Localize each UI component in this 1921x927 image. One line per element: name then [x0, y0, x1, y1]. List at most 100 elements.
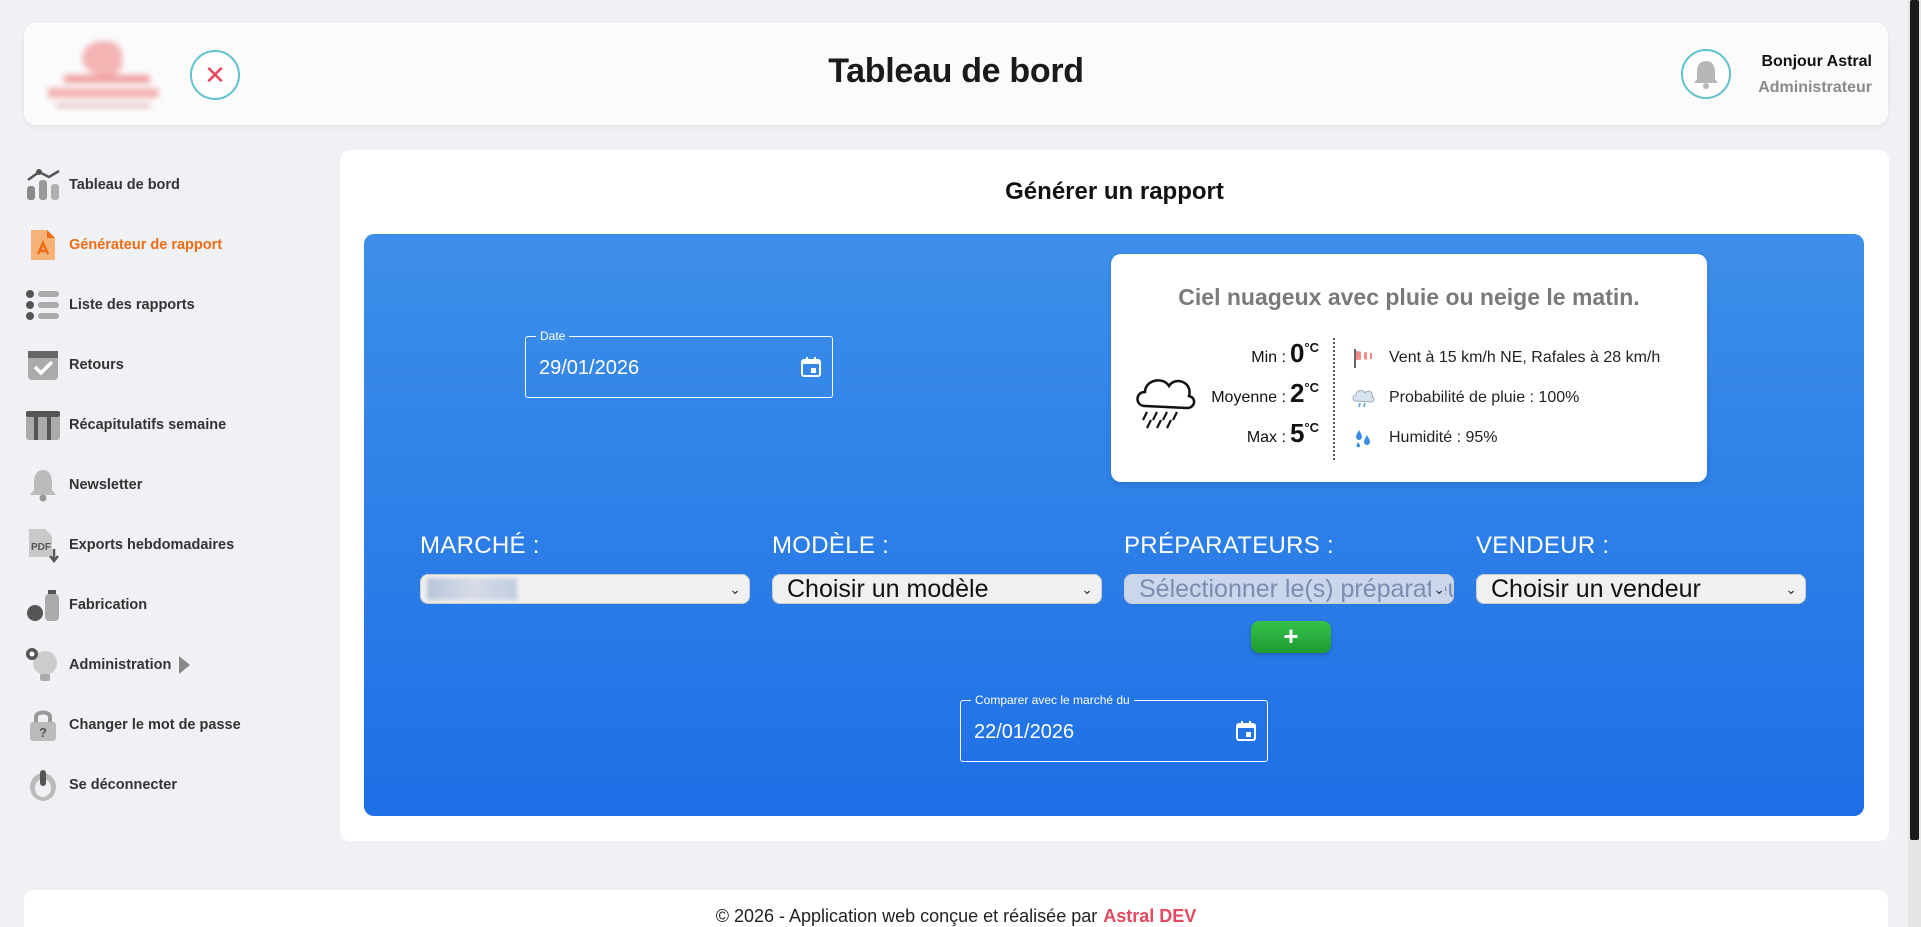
sidebar-item-change-password[interactable]: ? Changer le mot de passe: [24, 695, 324, 755]
sidebar-item-label: Liste des rapports: [69, 297, 195, 313]
temp-avg: Moyenne : 2 °C: [1191, 378, 1319, 418]
sidebar-item-returns[interactable]: Retours: [24, 335, 324, 395]
sidebar-item-label: Tableau de bord: [69, 177, 180, 193]
wind-text: Vent à 15 km/h NE, Rafales à 28 km/h: [1389, 349, 1661, 366]
report-generator-card: Générer un rapport Date 29/01/2026 Ciel …: [340, 150, 1889, 841]
weather-summary: Ciel nuageux avec pluie ou neige le mati…: [1178, 284, 1640, 310]
sidebar-item-label: Récapitulatifs semaine: [69, 417, 227, 433]
checkbox-icon: [24, 346, 62, 384]
user-role: Administrateur: [1758, 79, 1872, 96]
list-icon: [24, 286, 62, 324]
weather-details: Vent à 15 km/h NE, Rafales à 28 km/h Pro…: [1351, 338, 1660, 458]
copyright-text: © 2026 - Application web conçue et réali…: [715, 906, 1098, 926]
compare-date-field[interactable]: Comparer avec le marché du 22/01/2026: [960, 693, 1268, 762]
temp-avg-label: Moyenne :: [1211, 389, 1286, 406]
calendar-icon[interactable]: [1235, 720, 1257, 742]
preparateurs-label: PRÉPARATEURS :: [1124, 532, 1335, 559]
sidebar-item-weekly-summaries[interactable]: Récapitulatifs semaine: [24, 395, 324, 455]
humidity-row: Humidité : 95%: [1351, 418, 1660, 458]
temp-min-label: Min :: [1251, 349, 1286, 366]
chevron-down-icon: ⌄: [1081, 581, 1093, 597]
sidebar-item-weekly-exports[interactable]: PDF Exports hebdomadaires: [24, 515, 324, 575]
pdf-file-icon: [24, 226, 62, 264]
sidebar-item-label: Changer le mot de passe: [69, 717, 241, 733]
sidebar-nav: Tableau de bord Générateur de rapport Li…: [24, 155, 324, 815]
sidebar-item-newsletter[interactable]: Newsletter: [24, 455, 324, 515]
pdf-download-icon: PDF: [24, 526, 62, 564]
sidebar-item-administration[interactable]: Administration: [24, 635, 324, 695]
calendar-icon[interactable]: [800, 356, 822, 378]
top-header: ✕ Tableau de bord Bonjour Astral Adminis…: [24, 23, 1888, 125]
preparateurs-placeholder: Sélectionner le(s) préparateur(s): [1139, 575, 1453, 603]
rain-row: Probabilité de pluie : 100%: [1351, 378, 1660, 418]
temp-avg-value: 2: [1289, 378, 1305, 408]
bell-icon: [1694, 61, 1718, 89]
rain-cloud-icon: [1351, 386, 1375, 410]
date-field[interactable]: Date 29/01/2026: [525, 329, 833, 398]
user-greeting: Bonjour Astral: [1761, 53, 1872, 70]
temp-min-value: 0: [1289, 338, 1305, 368]
sidebar-item-label: Fabrication: [69, 597, 148, 613]
chevron-down-icon: ⌄: [729, 581, 741, 597]
page-scrollbar[interactable]: [1908, 0, 1921, 927]
sidebar-item-report-generator[interactable]: Générateur de rapport: [24, 215, 324, 275]
vendeur-select[interactable]: Choisir un vendeur ⌄: [1476, 574, 1806, 604]
temp-min: Min : 0 °C: [1191, 338, 1319, 378]
marche-select[interactable]: ⌄: [420, 574, 750, 604]
windsock-icon: [1351, 346, 1375, 370]
lightbulb-gear-icon: [24, 646, 62, 684]
power-icon: [24, 766, 62, 804]
modele-label: MODÈLE :: [772, 532, 890, 559]
weather-divider: [1333, 338, 1335, 460]
brand-link[interactable]: Astral DEV: [1103, 906, 1196, 926]
user-info[interactable]: Bonjour Astral Administrateur: [1758, 53, 1872, 97]
wind-row: Vent à 15 km/h NE, Rafales à 28 km/h: [1351, 338, 1660, 378]
sidebar-item-label: Exports hebdomadaires: [69, 537, 235, 553]
dashboard-icon: [24, 166, 62, 204]
preparateurs-multiselect[interactable]: Sélectionner le(s) préparateur(s) ⌄: [1124, 574, 1454, 604]
temp-max-value: 5: [1289, 418, 1305, 448]
bell-icon: [24, 466, 62, 504]
sidebar-item-label: Administration: [69, 657, 172, 673]
sidebar-item-report-list[interactable]: Liste des rapports: [24, 275, 324, 335]
chevron-down-icon: ⌄: [1785, 581, 1797, 597]
svg-text:PDF: PDF: [31, 542, 51, 553]
modele-select[interactable]: Choisir un modèle ⌄: [772, 574, 1102, 604]
flask-icon: [24, 586, 62, 624]
footer-text: © 2026 - Application web conçue et réali…: [24, 906, 1888, 927]
marche-selected-value-redacted: [427, 578, 517, 600]
sidebar-item-label: Retours: [69, 357, 124, 373]
sidebar-item-logout[interactable]: Se déconnecter: [24, 755, 324, 815]
water-drops-icon: [1351, 426, 1375, 450]
add-preparateur-button[interactable]: +: [1251, 621, 1331, 653]
humidity-text: Humidité : 95%: [1389, 429, 1498, 446]
sidebar-item-dashboard[interactable]: Tableau de bord: [24, 155, 324, 215]
notifications-button[interactable]: [1681, 49, 1731, 99]
lock-icon: ?: [24, 706, 62, 744]
temp-max-label: Max :: [1246, 429, 1286, 446]
modele-selected-value: Choisir un modèle: [787, 575, 989, 603]
chevron-down-icon: ⌄: [1431, 575, 1445, 603]
scrollbar-thumb[interactable]: [1910, 0, 1919, 840]
temp-unit: °C: [1304, 420, 1319, 435]
date-value: 29/01/2026: [539, 357, 640, 379]
marche-label: MARCHÉ :: [420, 532, 540, 559]
sidebar-item-manufacturing[interactable]: Fabrication: [24, 575, 324, 635]
temp-unit: °C: [1304, 340, 1319, 355]
date-field-label: Date: [536, 329, 570, 343]
report-form-panel: Date 29/01/2026 Ciel nuageux avec pluie …: [364, 234, 1864, 816]
page-title: Tableau de bord: [828, 52, 1084, 90]
vendeur-label: VENDEUR :: [1476, 532, 1610, 559]
rain-probability: Probabilité de pluie : 100%: [1389, 389, 1580, 406]
plus-icon: +: [1283, 621, 1299, 651]
expand-arrow-icon[interactable]: [179, 656, 191, 674]
compare-date-value: 22/01/2026: [974, 721, 1075, 743]
compare-date-label: Comparer avec le marché du: [971, 693, 1134, 707]
weather-card: Ciel nuageux avec pluie ou neige le mati…: [1111, 254, 1707, 482]
sidebar-item-label: Newsletter: [69, 477, 143, 493]
columns-icon: [24, 406, 62, 444]
sidebar-item-label: Se déconnecter: [69, 777, 177, 793]
temp-unit: °C: [1304, 380, 1319, 395]
svg-text:?: ?: [39, 725, 47, 740]
page-footer: © 2026 - Application web conçue et réali…: [24, 890, 1888, 927]
